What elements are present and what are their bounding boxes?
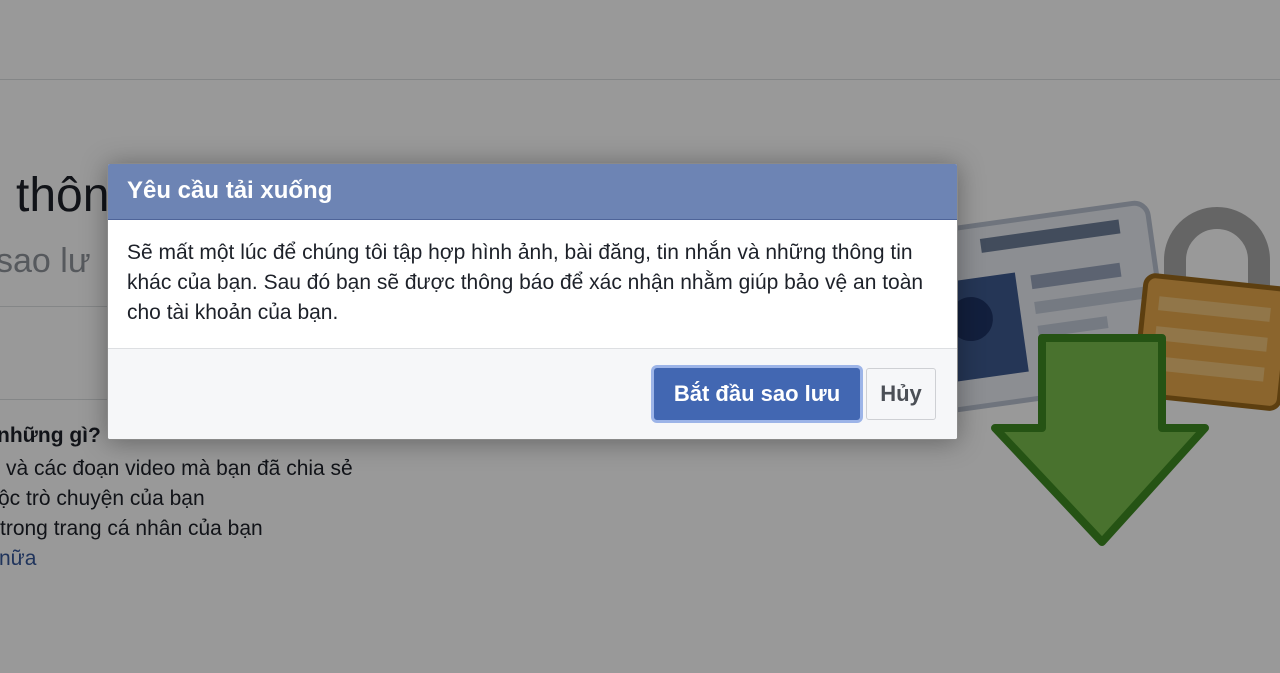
dialog-title: Yêu cầu tải xuống xyxy=(127,177,333,204)
cancel-button[interactable]: Hủy xyxy=(866,368,936,420)
dialog-footer: Bắt đầu sao lưu Hủy xyxy=(108,348,957,439)
dialog-header: Yêu cầu tải xuống xyxy=(108,164,957,220)
start-backup-button[interactable]: Bắt đầu sao lưu xyxy=(654,368,860,420)
download-request-dialog: Yêu cầu tải xuống Sẽ mất một lúc để chún… xyxy=(107,163,958,440)
dialog-message: Sẽ mất một lúc để chúng tôi tập hợp hình… xyxy=(127,241,924,324)
